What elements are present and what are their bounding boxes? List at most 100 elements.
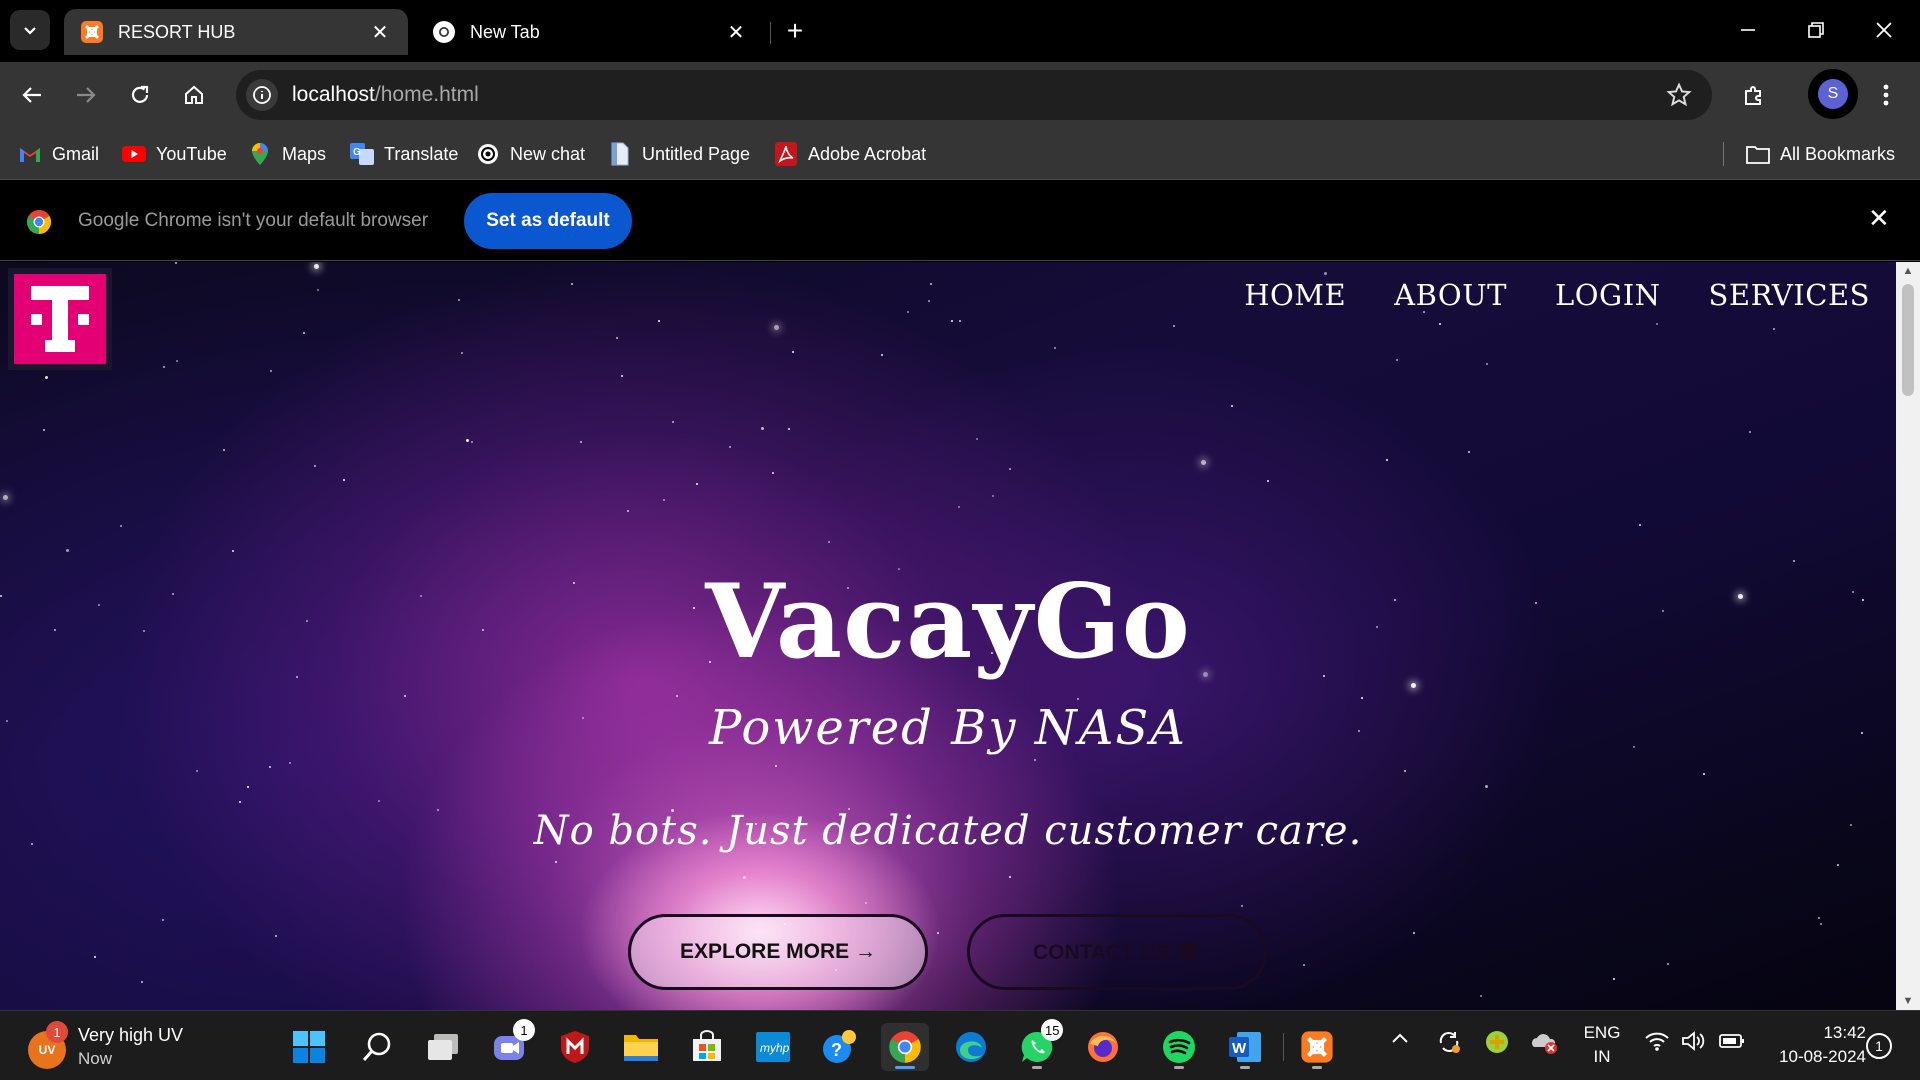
scroll-up-icon[interactable]: ▲ — [1896, 262, 1920, 280]
chevron-up-icon — [1392, 1033, 1408, 1043]
start-button[interactable] — [285, 1023, 333, 1071]
star-dot — [1656, 323, 1658, 325]
bookmark-adobe-acrobat[interactable]: Adobe Acrobat — [774, 140, 926, 168]
nav-login[interactable]: LOGIN — [1555, 278, 1661, 312]
spotify-button[interactable] — [1155, 1023, 1203, 1071]
nav-home[interactable]: HOME — [1244, 278, 1346, 312]
forward-button[interactable] — [66, 75, 106, 115]
arrow-left-icon — [22, 87, 41, 103]
page-icon — [608, 142, 632, 166]
volume-button[interactable] — [1680, 1029, 1706, 1058]
set-as-default-button[interactable]: Set as default — [464, 193, 632, 249]
search-button[interactable] — [353, 1023, 401, 1071]
tray-onedrive-button[interactable] — [1530, 1029, 1558, 1060]
edge-button[interactable] — [947, 1023, 995, 1071]
reload-button[interactable] — [120, 75, 160, 115]
nav-about[interactable]: ABOUT — [1394, 278, 1507, 312]
tab-close-icon[interactable]: ✕ — [368, 20, 392, 45]
star-dot — [175, 262, 177, 264]
tab-close-icon[interactable]: ✕ — [724, 20, 748, 45]
bookmark-maps[interactable]: Maps — [248, 140, 326, 168]
minimize-button[interactable] — [1714, 0, 1782, 60]
battery-icon — [1719, 1034, 1744, 1048]
bookmark-label: New chat — [510, 143, 586, 164]
page-viewport: HOME ABOUT LOGIN SERVICES VacayGo Powere… — [0, 262, 1896, 1010]
star-dot — [303, 332, 305, 334]
star-dot — [761, 427, 764, 430]
notification-center-button[interactable]: 1 — [1866, 1033, 1892, 1059]
star-dot — [1837, 864, 1839, 866]
infobar-close-icon[interactable]: ✕ — [1868, 203, 1890, 234]
bookmark-star-icon[interactable] — [1666, 82, 1692, 108]
new-tab-button[interactable]: + — [778, 14, 812, 48]
page-scrollbar[interactable]: ▲ ▼ — [1896, 262, 1920, 1010]
search-icon — [362, 1032, 391, 1061]
whatsapp-button[interactable]: 15 — [1013, 1019, 1064, 1071]
star-dot — [270, 370, 272, 372]
star-dot — [1486, 363, 1488, 365]
extensions-button[interactable] — [1734, 75, 1774, 115]
whatsapp-badge: 15 — [1041, 1019, 1064, 1041]
bookmark-gmail[interactable]: Gmail — [18, 140, 99, 168]
xampp-taskbar-button[interactable] — [1293, 1023, 1341, 1071]
word-button[interactable]: W — [1221, 1023, 1269, 1071]
star-dot — [120, 525, 122, 527]
running-indicator — [1240, 1066, 1250, 1069]
nav-services[interactable]: SERVICES — [1709, 278, 1870, 312]
language-indicator[interactable]: ENG IN — [1578, 1021, 1626, 1069]
system-clock[interactable]: 13:42 10-08-2024 — [1760, 1021, 1866, 1069]
scroll-down-icon[interactable]: ▼ — [1896, 992, 1920, 1010]
address-bar[interactable]: localhost/home.html — [236, 70, 1712, 120]
tab-resort-hub[interactable]: RESORT HUB ✕ — [64, 9, 408, 55]
tab-search-button[interactable] — [10, 10, 50, 50]
bookmark-label: Maps — [282, 143, 327, 164]
puzzle-icon — [1745, 86, 1761, 105]
myhp-button[interactable]: myhp — [749, 1023, 797, 1071]
microsoft-store-button[interactable] — [683, 1023, 731, 1071]
file-explorer-button[interactable] — [617, 1023, 665, 1071]
back-button[interactable] — [12, 75, 52, 115]
get-help-button[interactable]: ? — [815, 1023, 863, 1071]
restore-button[interactable] — [1782, 0, 1850, 60]
star-dot — [317, 289, 319, 291]
mcafee-button[interactable] — [551, 1023, 599, 1071]
tab-new-tab[interactable]: New Tab ✕ — [416, 9, 764, 55]
url-text[interactable]: localhost/home.html — [292, 83, 479, 107]
browser-toolbar: localhost/home.html S — [0, 62, 1920, 128]
contact-us-button[interactable]: CONTACT US ☎ — [967, 914, 1267, 990]
close-window-button[interactable] — [1850, 0, 1918, 60]
weather-badge: 1 — [46, 1021, 68, 1043]
tray-app-button[interactable] — [1484, 1029, 1510, 1060]
firefox-button[interactable] — [1079, 1023, 1127, 1071]
screen: RESORT HUB ✕ New Tab ✕ + localhost/home.… — [0, 0, 1920, 1080]
explore-more-button[interactable]: EXPLORE MORE → — [628, 914, 928, 990]
home-button[interactable] — [174, 75, 214, 115]
bookmark-translate[interactable]: G Translate — [350, 140, 458, 168]
star-dot — [1173, 325, 1175, 327]
site-info-button[interactable] — [246, 79, 278, 111]
tray-sync-button[interactable] — [1436, 1029, 1462, 1060]
weather-subtitle[interactable]: Now — [78, 1049, 112, 1069]
scrollbar-thumb[interactable] — [1902, 284, 1914, 396]
all-bookmarks-button[interactable]: All Bookmarks — [1746, 140, 1895, 168]
weather-title[interactable]: Very high UV — [78, 1025, 183, 1046]
battery-button[interactable] — [1718, 1029, 1746, 1058]
task-view-button[interactable] — [419, 1023, 467, 1071]
star-dot — [43, 429, 45, 431]
bookmark-untitled-page[interactable]: Untitled Page — [608, 140, 750, 168]
xampp-icon — [81, 21, 103, 43]
arrow-right-icon — [77, 87, 96, 103]
menu-button[interactable] — [1866, 75, 1906, 115]
tray-overflow-button[interactable] — [1390, 1029, 1410, 1054]
bookmark-new-chat[interactable]: New chat — [476, 140, 585, 168]
teams-button[interactable]: 1 — [485, 1019, 535, 1071]
wifi-button[interactable] — [1644, 1029, 1670, 1058]
avatar[interactable]: S — [1818, 79, 1848, 109]
chrome-taskbar-button[interactable] — [881, 1023, 929, 1071]
star-dot — [621, 375, 623, 377]
bookmark-youtube[interactable]: YouTube — [122, 140, 227, 168]
star-dot — [792, 351, 794, 353]
site-logo[interactable] — [8, 268, 112, 370]
star-dot — [1485, 785, 1488, 788]
volume-icon — [1682, 1031, 1705, 1051]
